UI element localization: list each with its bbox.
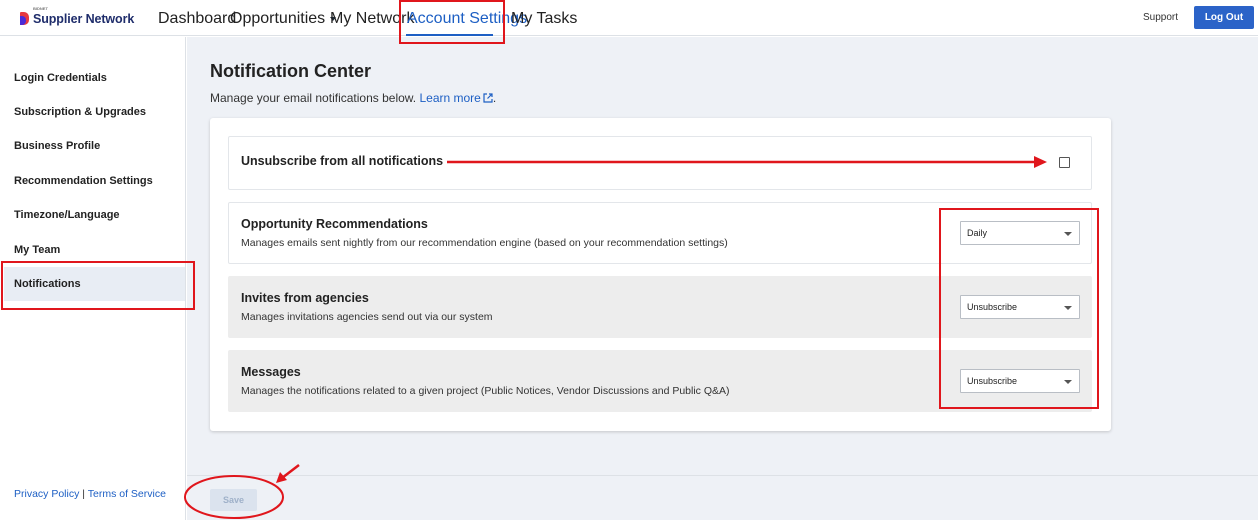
notification-settings-card: Unsubscribe from all notifications Oppor… (210, 118, 1111, 431)
nav-dashboard[interactable]: Dashboard (158, 10, 236, 28)
messages-frequency-select[interactable]: Unsubscribe (960, 369, 1080, 393)
brand-name: Supplier Network (33, 12, 135, 26)
brand-tiny-text: BIDNET (33, 6, 48, 11)
subtitle-period: . (492, 91, 497, 105)
select-value: Unsubscribe (967, 302, 1018, 312)
sidebar-item-business-profile[interactable]: Business Profile (4, 129, 185, 163)
nav-account-settings[interactable]: Account Settings (407, 10, 527, 28)
dropdown-arrow-icon (1064, 380, 1072, 384)
unsubscribe-all-label: Unsubscribe from all notifications (241, 154, 444, 168)
unsubscribe-all-row: Unsubscribe from all notifications (228, 136, 1092, 190)
page-subtitle: Manage your email notifications below. L… (210, 91, 496, 105)
nav-opportunities[interactable]: Opportunities (230, 10, 337, 28)
privacy-policy-link[interactable]: Privacy Policy (14, 488, 79, 500)
row-title: Messages (241, 365, 301, 379)
external-link-icon (483, 93, 493, 103)
row-title: Invites from agencies (241, 291, 369, 305)
learn-more-link[interactable]: Learn more (419, 91, 493, 105)
sidebar-item-notifications[interactable]: Notifications (4, 267, 185, 301)
row-description: Manages invitations agencies send out vi… (241, 311, 493, 323)
sidebar-item-subscription[interactable]: Subscription & Upgrades (4, 95, 185, 129)
page-subtitle-text: Manage your email notifications below. (210, 91, 417, 105)
select-value: Unsubscribe (967, 376, 1018, 386)
select-value: Daily (967, 228, 988, 238)
row-description: Manages emails sent nightly from our rec… (241, 237, 728, 249)
learn-more-label: Learn more (419, 91, 481, 105)
opportunity-recommendations-frequency-select[interactable]: Daily (960, 221, 1080, 245)
footer-divider (187, 475, 1258, 476)
support-link[interactable]: Support (1143, 12, 1178, 23)
sidebar-item-my-team[interactable]: My Team (4, 233, 185, 267)
nav-my-tasks[interactable]: My Tasks (511, 10, 577, 28)
sidebar-item-timezone-language[interactable]: Timezone/Language (4, 198, 185, 232)
notification-row-opportunity-recommendations: Opportunity Recommendations Manages emai… (228, 202, 1092, 264)
top-navigation-bar: Supplier Network BIDNET Dashboard Opport… (0, 0, 1258, 36)
settings-sidebar: Login Credentials Subscription & Upgrade… (4, 37, 186, 520)
dropdown-arrow-icon (1064, 232, 1072, 236)
invites-frequency-select[interactable]: Unsubscribe (960, 295, 1080, 319)
save-button[interactable]: Save (210, 489, 257, 511)
nav-opportunities-label: Opportunities (230, 10, 326, 27)
notification-row-invites-from-agencies: Invites from agencies Manages invitation… (228, 276, 1092, 338)
nav-my-network[interactable]: My Network (330, 10, 414, 28)
sidebar-footer: Privacy Policy | Terms of Service (14, 488, 166, 500)
logout-button[interactable]: Log Out (1194, 6, 1254, 29)
main-content: Notification Center Manage your email no… (187, 37, 1258, 520)
page-title: Notification Center (210, 61, 372, 81)
footer-separator: | (82, 488, 86, 500)
terms-of-service-link[interactable]: Terms of Service (88, 488, 166, 500)
row-title: Opportunity Recommendations (241, 217, 428, 231)
active-tab-indicator (406, 34, 493, 36)
unsubscribe-all-checkbox[interactable] (1059, 157, 1070, 168)
brand-logo[interactable]: Supplier Network BIDNET (20, 6, 135, 26)
dropdown-arrow-icon (1064, 306, 1072, 310)
row-description: Manages the notifications related to a g… (241, 385, 730, 397)
sidebar-item-recommendation-settings[interactable]: Recommendation Settings (4, 164, 185, 198)
notification-row-messages: Messages Manages the notifications relat… (228, 350, 1092, 412)
sidebar-item-login-credentials[interactable]: Login Credentials (4, 61, 185, 95)
brand-logo-icon (20, 11, 29, 25)
